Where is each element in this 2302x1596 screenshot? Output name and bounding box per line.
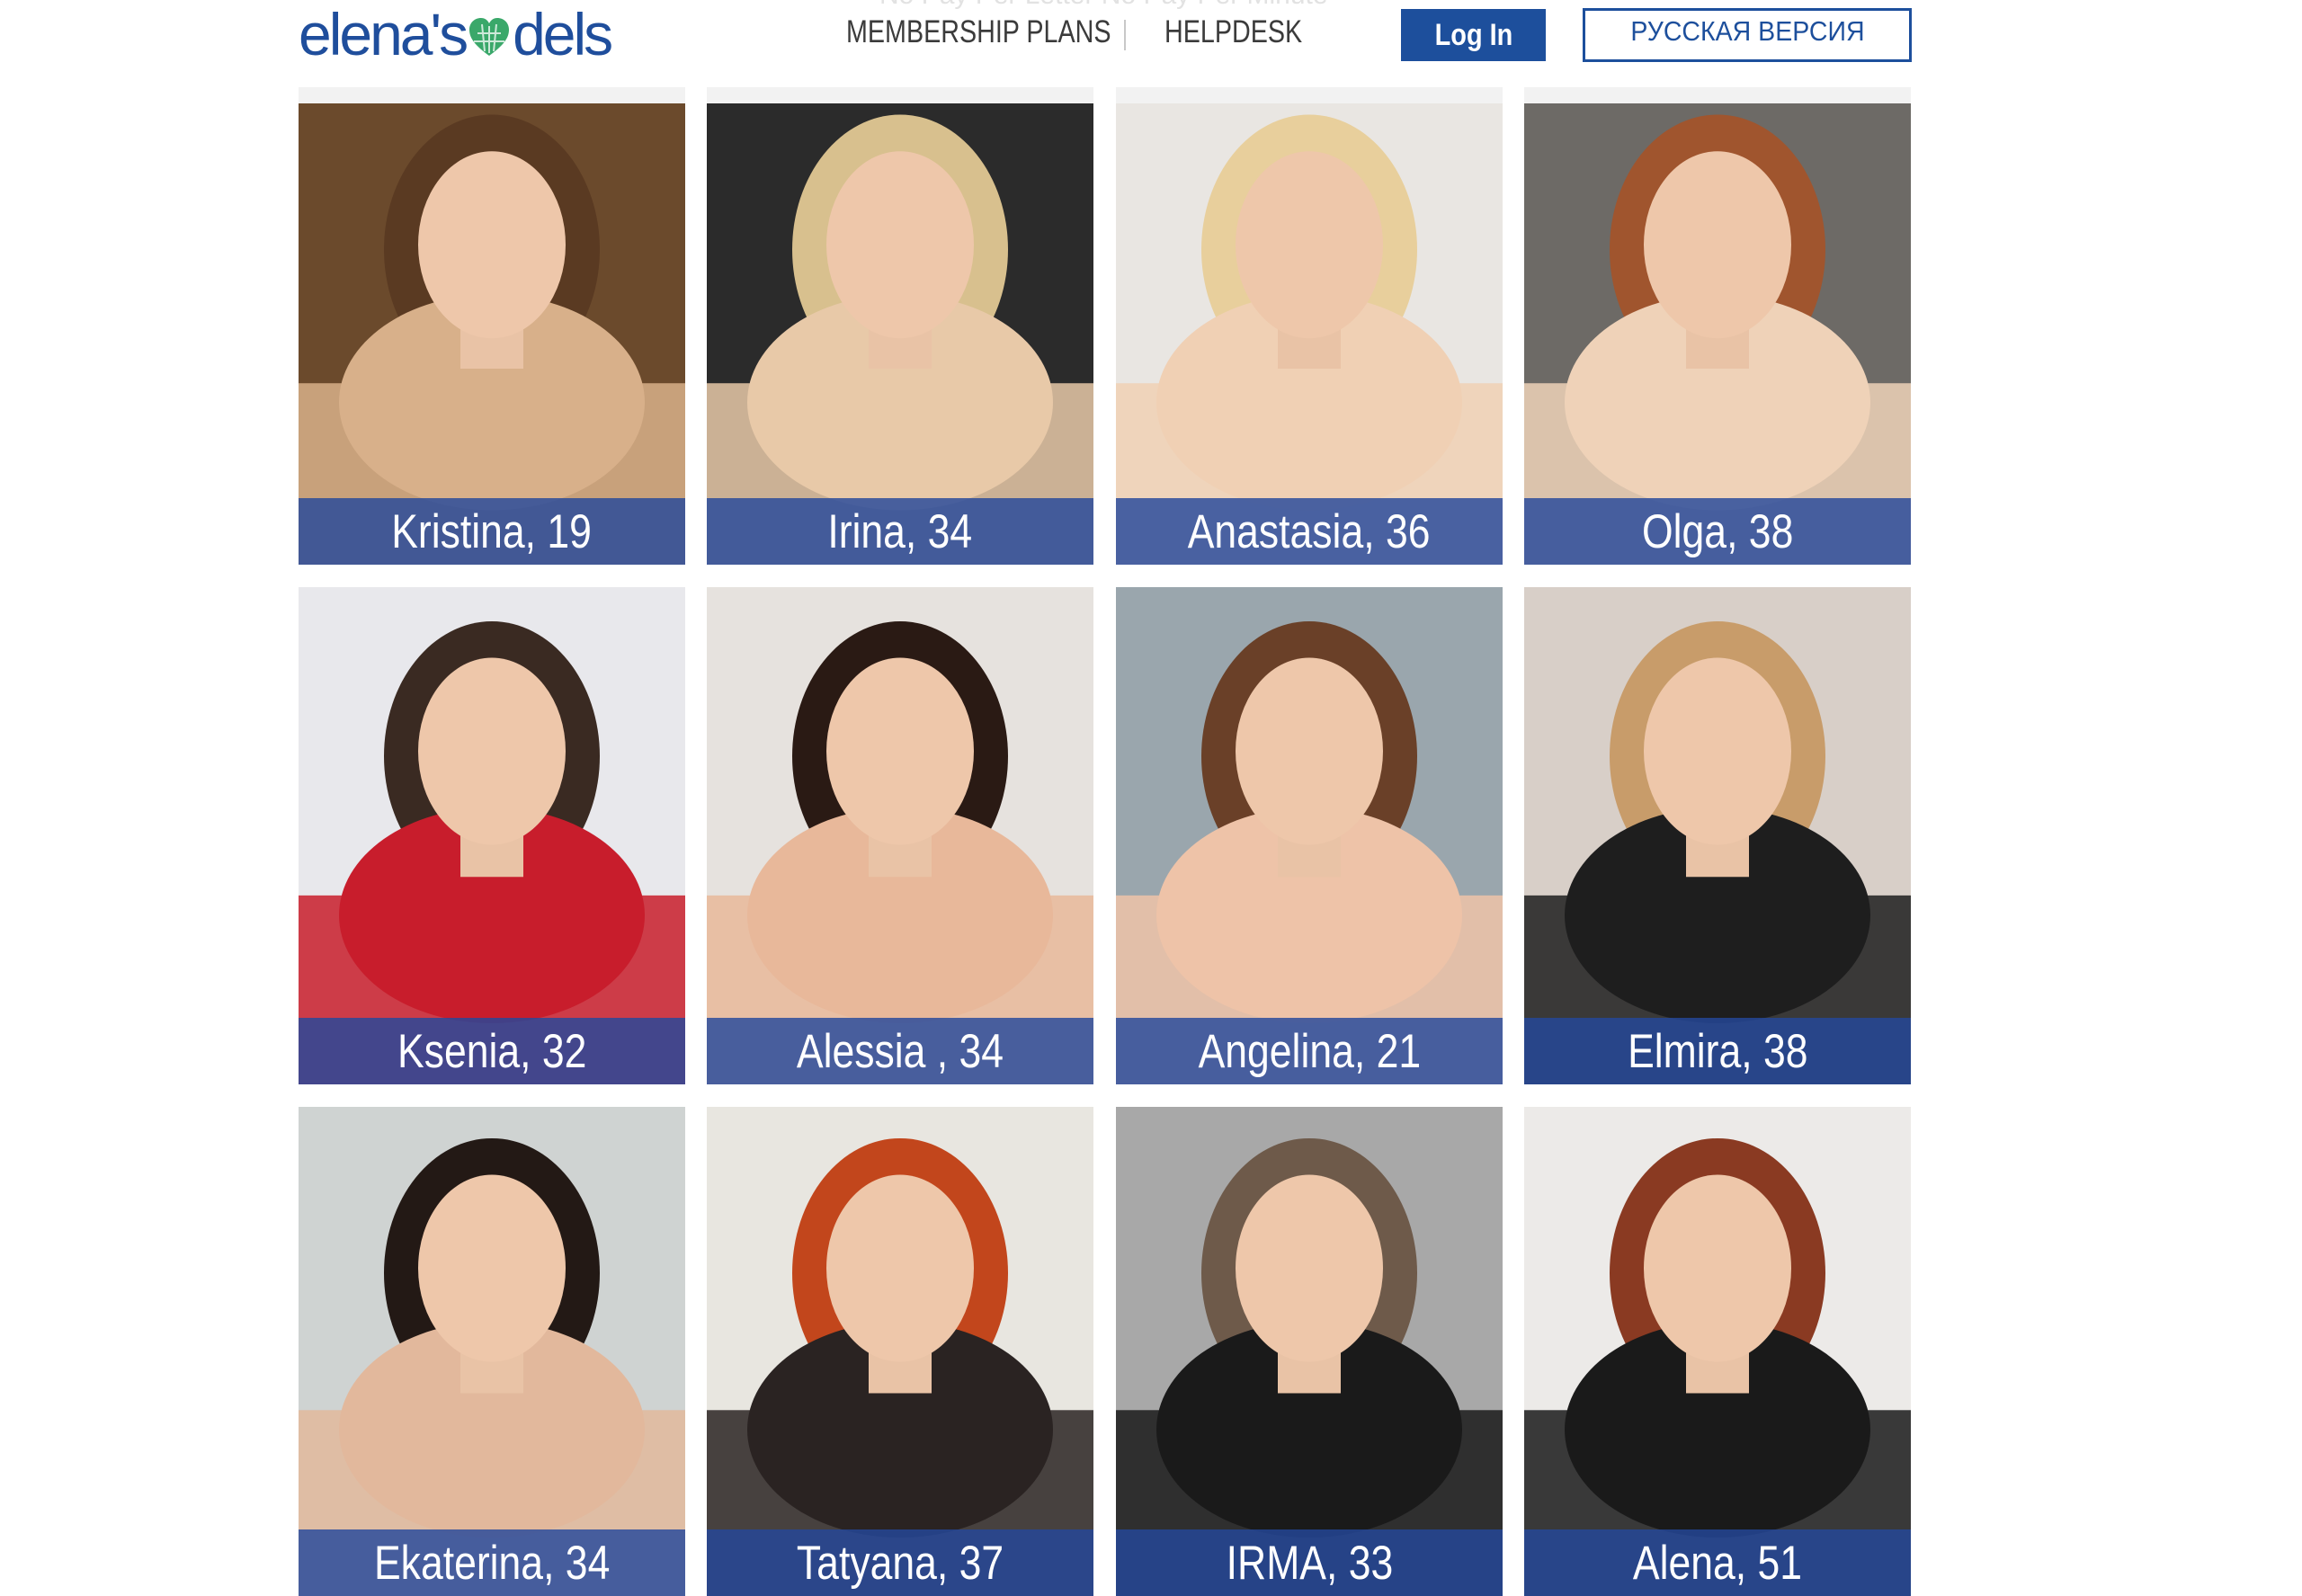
profile-name-text: Olga, 38 — [1641, 504, 1794, 558]
profile-photo[interactable] — [707, 87, 1093, 565]
profile-name-label[interactable]: Alena, 51 — [1524, 1529, 1911, 1596]
profile-name-text: Kristina, 19 — [391, 504, 593, 558]
profile-name-label[interactable]: Angelina, 21 — [1116, 1018, 1503, 1084]
profile-name-label[interactable]: Alessia , 34 — [707, 1018, 1093, 1084]
photo-top-strip — [707, 87, 1093, 103]
profile-name-text: Elmira, 38 — [1627, 1024, 1808, 1078]
profile-card[interactable]: Ksenia, 32 — [299, 587, 685, 1084]
profile-photo[interactable] — [1116, 587, 1503, 1084]
profile-name-label[interactable]: Olga, 38 — [1524, 498, 1911, 565]
profile-name-label[interactable]: Anastasia, 36 — [1116, 498, 1503, 565]
profile-card[interactable]: Angelina, 21 — [1116, 587, 1503, 1084]
profile-card[interactable]: Anastasia, 36 — [1116, 87, 1503, 565]
photo-top-strip — [299, 87, 685, 103]
profile-photo[interactable] — [299, 587, 685, 1084]
profile-card[interactable]: Alessia , 34 — [707, 587, 1093, 1084]
profile-name-label[interactable]: Elmira, 38 — [1524, 1018, 1911, 1084]
photo-top-strip — [1524, 87, 1911, 103]
profile-name-label[interactable]: IRMA, 33 — [1116, 1529, 1503, 1596]
profile-name-label[interactable]: Tatyana, 37 — [707, 1529, 1093, 1596]
profile-name-text: Ksenia, 32 — [397, 1024, 587, 1078]
profile-card[interactable]: Irina, 34 — [707, 87, 1093, 565]
profile-card[interactable]: Kristina, 19 — [299, 87, 685, 565]
profile-name-label[interactable]: Ksenia, 32 — [299, 1018, 685, 1084]
profile-photo[interactable] — [1524, 87, 1911, 565]
profile-name-text: Ekaterina, 34 — [373, 1536, 611, 1590]
profile-photo[interactable] — [1524, 1107, 1911, 1596]
photo-top-strip — [1116, 87, 1503, 103]
profile-name-label[interactable]: Irina, 34 — [707, 498, 1093, 565]
profile-card[interactable]: Tatyana, 37 — [707, 1107, 1093, 1596]
profile-card[interactable]: Elmira, 38 — [1524, 587, 1911, 1084]
profile-name-label[interactable]: Ekaterina, 34 — [299, 1529, 685, 1596]
profile-photo[interactable] — [299, 87, 685, 565]
profile-photo[interactable] — [707, 587, 1093, 1084]
profile-name-label[interactable]: Kristina, 19 — [299, 498, 685, 565]
profile-grid: Kristina, 19 Irina, 34 Anastasia, 36 Olga, … — [0, 0, 2302, 1596]
profile-photo[interactable] — [707, 1107, 1093, 1596]
profile-photo[interactable] — [1524, 587, 1911, 1084]
profile-name-text: Irina, 34 — [827, 504, 973, 558]
profile-photo[interactable] — [1116, 87, 1503, 565]
profile-card[interactable]: IRMA, 33 — [1116, 1107, 1503, 1596]
profile-name-text: Alena, 51 — [1632, 1536, 1803, 1590]
profile-name-text: IRMA, 33 — [1226, 1536, 1393, 1590]
profile-name-text: Tatyana, 37 — [796, 1536, 1004, 1590]
profile-card[interactable]: Alena, 51 — [1524, 1107, 1911, 1596]
profile-name-text: Alessia , 34 — [796, 1024, 1004, 1078]
profile-name-text: Angelina, 21 — [1198, 1024, 1421, 1078]
profile-photo[interactable] — [299, 1107, 685, 1596]
profile-name-text: Anastasia, 36 — [1188, 504, 1431, 558]
profile-card[interactable]: Ekaterina, 34 — [299, 1107, 685, 1596]
profile-card[interactable]: Olga, 38 — [1524, 87, 1911, 565]
profile-photo[interactable] — [1116, 1107, 1503, 1596]
